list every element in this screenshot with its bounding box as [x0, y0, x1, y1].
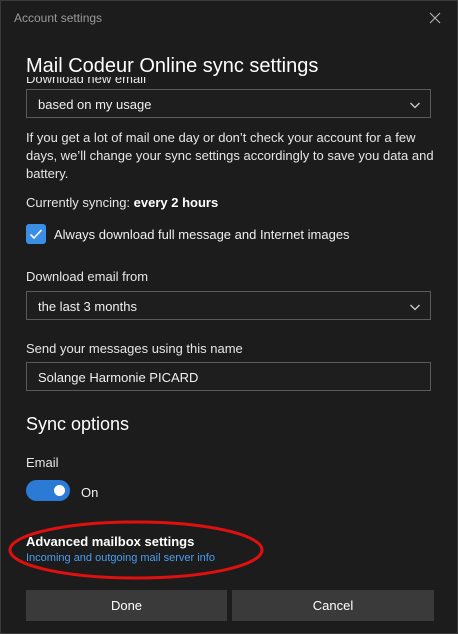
email-sync-label: Email — [26, 455, 59, 470]
close-icon[interactable] — [427, 10, 443, 26]
download-from-value: the last 3 months — [38, 299, 137, 314]
full-download-label: Always download full message and Interne… — [54, 227, 350, 242]
download-from-label: Download email from — [26, 269, 149, 284]
account-settings-window: Account settings Download new email Mail… — [0, 0, 458, 634]
download-new-email-dropdown[interactable]: based on my usage — [26, 89, 431, 118]
sync-status-prefix: Currently syncing: — [26, 195, 134, 210]
sync-options-title: Sync options — [26, 414, 130, 434]
page-title: Mail Codeur Online sync settings — [26, 55, 319, 77]
sync-description: If you get a lot of mail one day or don’… — [26, 130, 434, 181]
chevron-down-icon — [409, 98, 421, 110]
chevron-down-icon — [409, 300, 421, 312]
sync-status: Currently syncing: every 2 hours — [26, 195, 218, 210]
cancel-button[interactable]: Cancel — [232, 590, 434, 621]
email-sync-state: On — [81, 485, 99, 500]
download-new-email-label: Download new email — [26, 77, 146, 86]
mail-server-info-link[interactable]: Incoming and outgoing mail server info — [26, 552, 215, 564]
download-from-dropdown[interactable]: the last 3 months — [26, 291, 431, 320]
done-button[interactable]: Done — [26, 590, 227, 621]
full-download-checkbox[interactable] — [26, 224, 46, 244]
window-title: Account settings — [14, 11, 103, 25]
checkmark-icon — [29, 229, 43, 240]
advanced-mailbox-title: Advanced mailbox settings — [26, 534, 195, 549]
annotation-circle — [8, 520, 264, 580]
email-sync-toggle[interactable] — [26, 480, 70, 501]
sender-name-label: Send your messages using this name — [26, 341, 243, 356]
toggle-knob — [54, 485, 65, 496]
sender-name-value: Solange Harmonie PICARD — [38, 370, 199, 385]
sender-name-input[interactable]: Solange Harmonie PICARD — [26, 362, 431, 391]
title-bar: Account settings — [1, 1, 457, 35]
download-new-email-value: based on my usage — [38, 97, 152, 112]
sync-status-value: every 2 hours — [133, 195, 219, 210]
